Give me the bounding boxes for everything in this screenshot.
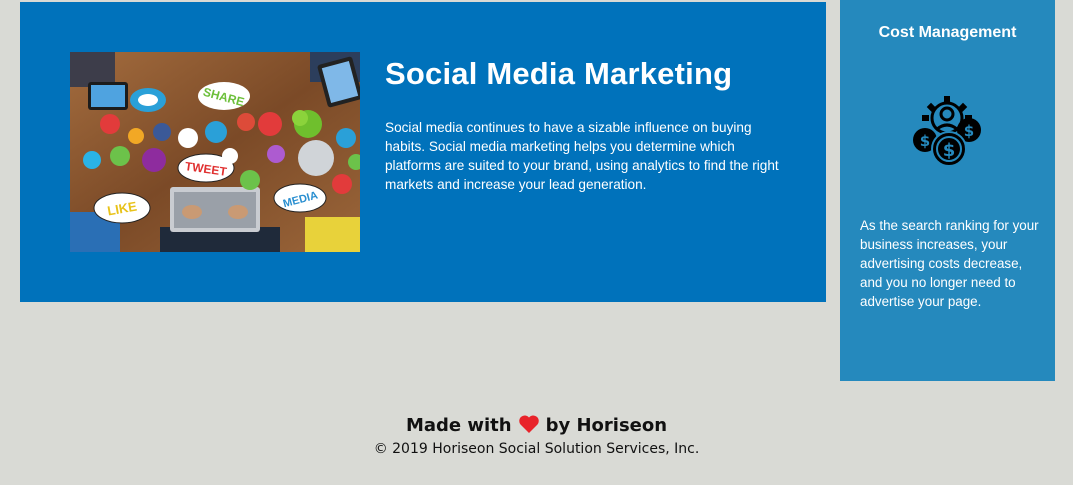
page: SHARE TWEET LIKE MEDIA Social Media Mark… <box>0 0 1073 485</box>
footer-copyright: © 2019 Horiseon Social Solution Services… <box>373 441 700 457</box>
benefit-body: As the search ranking for your business … <box>860 218 1039 309</box>
cost-management-card: Cost Management $ $ $ As the search rank… <box>840 0 1055 381</box>
cost-management-icon: $ $ $ <box>913 96 981 167</box>
svg-text:$: $ <box>964 122 974 140</box>
made-with-text: Made with <box>405 415 512 436</box>
social-media-illustration: SHARE TWEET LIKE MEDIA <box>70 52 360 252</box>
svg-text:$: $ <box>943 140 956 161</box>
benefit-title: Cost Management <box>878 24 1017 41</box>
article-title: Social Media Marketing <box>385 56 733 91</box>
article-body: Social media continues to have a sizable… <box>385 120 779 192</box>
by-horiseon-text: by Horiseon <box>545 415 668 436</box>
footer-credit: Made with by Horiseon <box>0 412 1073 440</box>
svg-text:$: $ <box>920 132 930 150</box>
heart-icon <box>518 415 539 433</box>
footer: Made with by Horiseon © 2019 Horiseon Soc… <box>0 412 1073 458</box>
social-media-marketing-image: SHARE TWEET LIKE MEDIA <box>70 52 360 252</box>
social-media-marketing-section: SHARE TWEET LIKE MEDIA Social Media Mark… <box>20 2 826 302</box>
